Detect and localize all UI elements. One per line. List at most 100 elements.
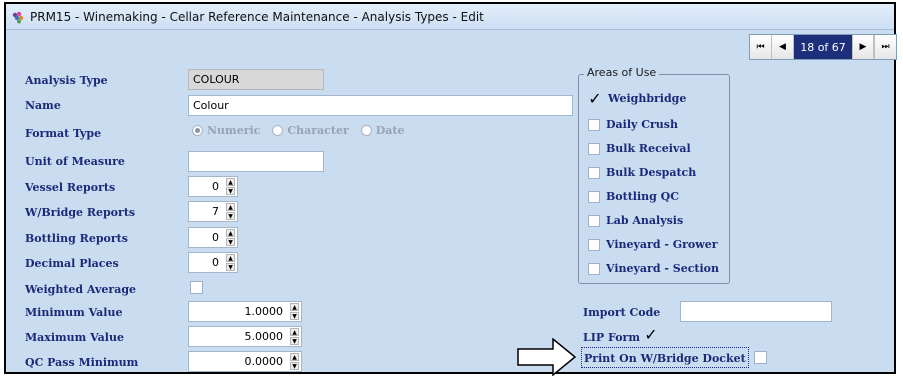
spin-buttons[interactable]: ▲ ▼ (226, 254, 235, 271)
spin-buttons[interactable]: ▲ ▼ (290, 328, 299, 345)
import-code-label: Import Code (583, 306, 661, 319)
wbridge-reports-label: W/Bridge Reports (25, 206, 136, 219)
decimal-places-label: Decimal Places (25, 257, 119, 270)
spin-down-icon[interactable]: ▼ (290, 337, 299, 345)
format-numeric-radio[interactable]: Numeric (192, 124, 260, 137)
spin-up-icon[interactable]: ▲ (226, 178, 235, 186)
area-bottling-qc-label: Bottling QC (606, 190, 680, 203)
lip-form-checkbox[interactable]: ✓ (643, 327, 659, 344)
checkbox-icon (588, 262, 600, 275)
area-daily-crush-checkbox[interactable]: Daily Crush (588, 118, 678, 131)
area-vineyard-section-checkbox[interactable]: Vineyard - Section (588, 262, 719, 275)
format-character-radio[interactable]: Character (272, 124, 349, 137)
bottling-reports-value: 0 (212, 231, 219, 244)
spin-buttons[interactable]: ▲ ▼ (226, 178, 235, 195)
area-daily-crush-label: Daily Crush (606, 118, 678, 131)
spin-down-icon[interactable]: ▼ (226, 212, 235, 220)
window-title: PRM15 - Winemaking - Cellar Reference Ma… (30, 10, 484, 24)
weighted-average-checkbox[interactable] (190, 281, 203, 294)
vessel-reports-stepper[interactable]: 0 ▲ ▼ (188, 176, 238, 197)
spin-buttons[interactable]: ▲ ▼ (226, 203, 235, 220)
radio-unselected-icon (272, 125, 284, 136)
areas-of-use-legend: Areas of Use (584, 66, 660, 79)
pointer-arrow-icon (517, 338, 577, 376)
bottling-reports-stepper[interactable]: 0 ▲ ▼ (188, 227, 238, 248)
spin-buttons[interactable]: ▲ ▼ (290, 303, 299, 320)
checkbox-icon (588, 238, 600, 251)
minimum-value-value: 1.0000 (244, 305, 284, 318)
area-weighbridge-checkbox[interactable]: ✓ Weighbridge (588, 88, 687, 108)
previous-record-button[interactable]: ◀ (772, 35, 794, 59)
lip-form-label: LIP Form (583, 331, 640, 344)
bottling-reports-label: Bottling Reports (25, 232, 128, 245)
minimum-value-label: Minimum Value (25, 306, 123, 319)
name-label: Name (25, 99, 61, 112)
wbridge-reports-stepper[interactable]: 7 ▲ ▼ (188, 201, 238, 222)
decimal-places-stepper[interactable]: 0 ▲ ▼ (188, 252, 238, 273)
record-position: 18 of 67 (794, 35, 852, 59)
unit-of-measure-label: Unit of Measure (25, 155, 125, 168)
vessel-reports-label: Vessel Reports (25, 181, 116, 194)
spin-buttons[interactable]: ▲ ▼ (290, 353, 299, 370)
first-record-button[interactable]: ⏮ (750, 35, 772, 59)
name-field[interactable]: Colour (188, 95, 573, 116)
wbridge-reports-value: 7 (212, 205, 219, 218)
spin-down-icon[interactable]: ▼ (290, 312, 299, 320)
next-record-button[interactable]: ▶ (852, 35, 874, 59)
format-numeric-label: Numeric (207, 124, 261, 137)
unit-of-measure-field[interactable] (188, 151, 324, 172)
area-vineyard-grower-checkbox[interactable]: Vineyard - Grower (588, 238, 718, 251)
spin-buttons[interactable]: ▲ ▼ (226, 229, 235, 246)
spin-down-icon[interactable]: ▼ (226, 187, 235, 195)
checkbox-icon (588, 142, 600, 155)
record-navigator: ⏮ ◀ 18 of 67 ▶ ⏭ (749, 34, 897, 60)
qc-pass-minimum-label: QC Pass Minimum (25, 356, 139, 369)
area-vineyard-grower-label: Vineyard - Grower (606, 238, 718, 251)
area-weighbridge-label: Weighbridge (608, 92, 687, 105)
maximum-value-stepper[interactable]: 5.0000 ▲ ▼ (188, 326, 302, 347)
vessel-reports-value: 0 (212, 180, 219, 193)
spin-up-icon[interactable]: ▲ (226, 203, 235, 211)
maximum-value-label: Maximum Value (25, 331, 124, 344)
format-character-label: Character (287, 124, 349, 137)
checkbox-icon (588, 214, 600, 227)
checkbox-icon (588, 166, 600, 179)
print-docket-label: Print On W/Bridge Docket (584, 352, 746, 365)
analysis-type-label: Analysis Type (25, 74, 108, 87)
area-bulk-despatch-checkbox[interactable]: Bulk Despatch (588, 166, 696, 179)
checkbox-icon (588, 118, 600, 131)
area-bottling-qc-checkbox[interactable]: Bottling QC (588, 190, 679, 203)
format-date-label: Date (375, 124, 405, 137)
area-bulk-receival-checkbox[interactable]: Bulk Receival (588, 142, 691, 155)
spin-up-icon[interactable]: ▲ (290, 353, 299, 361)
analysis-type-field: COLOUR (188, 69, 324, 90)
maximum-value-value: 5.0000 (244, 330, 284, 343)
minimum-value-stepper[interactable]: 1.0000 ▲ ▼ (188, 301, 302, 322)
area-bulk-receival-label: Bulk Receival (606, 142, 691, 155)
checkmark-icon: ✓ (588, 88, 602, 108)
area-lab-analysis-checkbox[interactable]: Lab Analysis (588, 214, 683, 227)
import-code-field[interactable] (680, 301, 832, 322)
last-record-button[interactable]: ⏭ (874, 35, 896, 59)
format-date-radio[interactable]: Date (360, 124, 405, 137)
decimal-places-value: 0 (212, 256, 219, 269)
area-lab-analysis-label: Lab Analysis (606, 214, 684, 227)
format-type-radios: Numeric Character Date (192, 124, 405, 137)
weighted-average-label: Weighted Average (25, 283, 137, 296)
print-docket-checkbox[interactable] (754, 351, 767, 364)
spin-down-icon[interactable]: ▼ (290, 362, 299, 370)
spin-down-icon[interactable]: ▼ (226, 263, 235, 271)
spin-up-icon[interactable]: ▲ (290, 328, 299, 336)
checkbox-icon (588, 190, 600, 203)
qc-pass-minimum-stepper[interactable]: 0.0000 ▲ ▼ (188, 351, 302, 372)
spin-up-icon[interactable]: ▲ (226, 229, 235, 237)
qc-pass-minimum-value: 0.0000 (244, 355, 284, 368)
area-bulk-despatch-label: Bulk Despatch (606, 166, 697, 179)
radio-unselected-icon (360, 125, 372, 136)
grape-app-icon (12, 11, 24, 24)
title-bar: PRM15 - Winemaking - Cellar Reference Ma… (6, 4, 894, 30)
area-vineyard-section-label: Vineyard - Section (606, 262, 719, 275)
spin-down-icon[interactable]: ▼ (226, 238, 235, 246)
spin-up-icon[interactable]: ▲ (226, 254, 235, 262)
spin-up-icon[interactable]: ▲ (290, 303, 299, 311)
